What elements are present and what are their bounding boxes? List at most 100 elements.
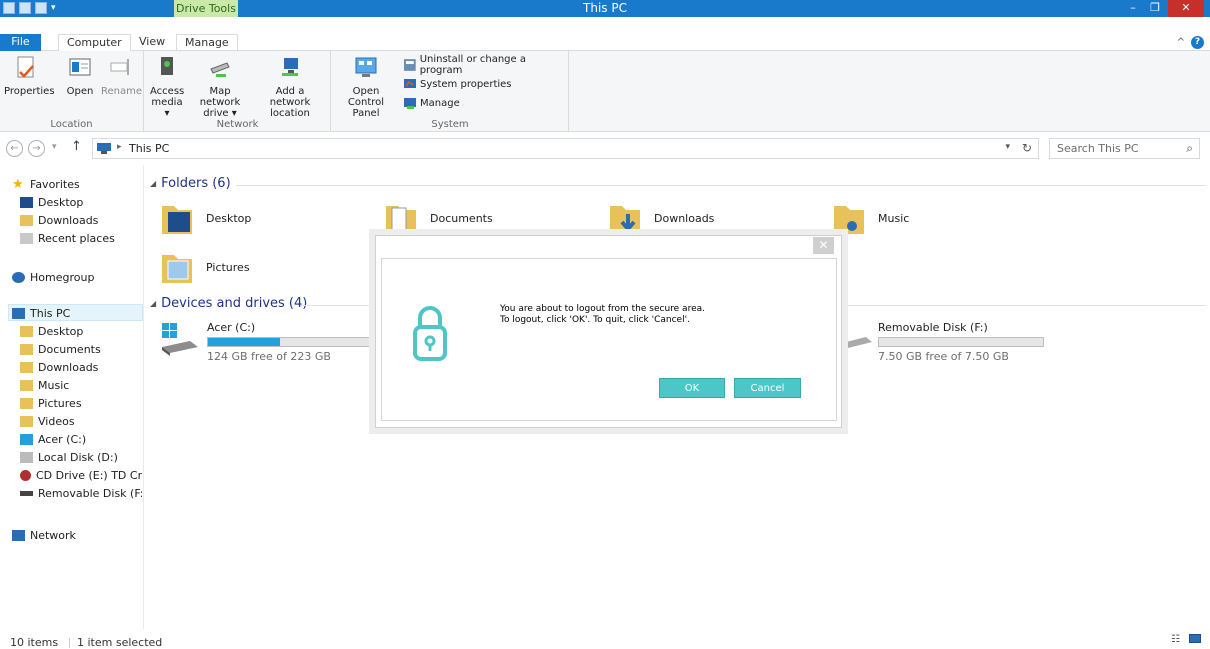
forward-button[interactable]: → xyxy=(28,140,45,157)
drive-name: Removable Disk (F:) xyxy=(878,321,988,334)
folder-documents[interactable]: Documents xyxy=(384,200,493,236)
navigation-pane: ★ Favorites Desktop Downloads Recent pla… xyxy=(0,165,144,629)
properties-qat-icon[interactable] xyxy=(19,2,31,14)
drive-name: Acer (C:) xyxy=(207,321,256,334)
sidebar-item-desktop[interactable]: Desktop xyxy=(20,194,83,210)
folder-downloads[interactable]: Downloads xyxy=(608,200,714,236)
item-count: 10 items xyxy=(10,636,59,649)
tab-computer[interactable]: Computer xyxy=(58,34,131,52)
address-dropdown-icon[interactable]: ▾ xyxy=(1005,142,1010,152)
add-network-location-button[interactable]: Add a network location xyxy=(255,55,325,119)
cd-drive-icon xyxy=(20,469,31,481)
rename-icon xyxy=(110,59,129,75)
dialog-close-button[interactable]: ✕ xyxy=(813,237,834,254)
refresh-icon[interactable]: ↻ xyxy=(1022,141,1032,155)
sidebar-item-local-disk-d[interactable]: Local Disk (D:) xyxy=(20,449,118,465)
folder-desktop[interactable]: Desktop xyxy=(160,200,251,236)
ribbon-tabs: File Computer View Manage ^ ? xyxy=(0,17,1210,52)
tab-view[interactable]: View xyxy=(131,34,173,51)
cancel-button[interactable]: Cancel xyxy=(734,378,801,398)
folder-icon xyxy=(20,325,33,337)
sidebar-item-this-pc[interactable]: This PC xyxy=(12,305,70,321)
folder-pictures[interactable]: Pictures xyxy=(160,249,250,285)
sidebar-item-videos[interactable]: Videos xyxy=(20,413,75,429)
maximize-button[interactable]: ❐ xyxy=(1144,0,1166,17)
sidebar-item-homegroup[interactable]: Homegroup xyxy=(12,269,94,285)
search-input[interactable]: Search This PC ⌕ xyxy=(1049,138,1200,159)
sidebar-item-favorites[interactable]: ★ Favorites xyxy=(12,176,80,192)
location-group-label: Location xyxy=(50,119,93,130)
add-network-location-icon xyxy=(282,58,298,76)
uninstall-program-button[interactable]: Uninstall or change a program xyxy=(404,54,568,76)
network-group: Access media ▾ Map network drive ▾ Add a… xyxy=(145,51,331,132)
folder-icon xyxy=(20,397,33,409)
collapse-icon: ◢ xyxy=(150,299,157,308)
close-button[interactable]: ✕ xyxy=(1168,0,1204,17)
drive-tools-contextual-tab: Drive Tools xyxy=(174,0,238,17)
properties-button[interactable]: Properties xyxy=(4,55,55,97)
desktop-folder-icon xyxy=(162,206,192,234)
access-media-button[interactable]: Access media ▾ xyxy=(150,55,184,119)
recent-places-icon xyxy=(20,232,33,244)
rename-button[interactable]: Rename xyxy=(101,55,142,97)
title-bar: ▾ Drive Tools This PC – ❐ ✕ xyxy=(0,0,1210,17)
sidebar-item-removable-f[interactable]: Removable Disk (F:) xyxy=(20,485,142,501)
status-separator xyxy=(69,638,70,648)
removable-disk-icon xyxy=(20,490,33,496)
sidebar-item-documents[interactable]: Documents xyxy=(20,341,101,357)
large-icons-view-icon[interactable] xyxy=(1189,634,1201,643)
sidebar-item-recent-places[interactable]: Recent places xyxy=(20,230,115,246)
windows-drive-icon xyxy=(162,323,198,356)
sidebar-item-acer-c[interactable]: Acer (C:) xyxy=(20,431,86,447)
recent-locations-icon[interactable]: ▾ xyxy=(52,142,57,152)
sidebar-item-downloads[interactable]: Downloads xyxy=(20,212,98,228)
downloads-folder-icon xyxy=(610,206,640,234)
search-icon[interactable]: ⌕ xyxy=(1186,141,1193,156)
sidebar-item-network[interactable]: Network xyxy=(12,527,76,543)
ok-button[interactable]: OK xyxy=(659,378,725,398)
this-pc-icon xyxy=(12,307,25,319)
star-icon: ★ xyxy=(12,176,24,192)
tab-manage[interactable]: Manage xyxy=(176,34,238,52)
computer-icon[interactable] xyxy=(3,2,15,14)
map-network-drive-button[interactable]: Map network drive ▾ xyxy=(189,55,251,119)
this-pc-icon xyxy=(97,143,111,154)
new-folder-qat-icon[interactable] xyxy=(35,2,47,14)
map-drive-icon xyxy=(210,62,230,77)
removable-disk-icon xyxy=(842,337,872,352)
drive-icon xyxy=(20,433,33,445)
dialog-instruction: To logout, click 'OK'. To quit, click 'C… xyxy=(500,315,690,325)
system-group-label: System xyxy=(431,119,469,130)
downloads-icon xyxy=(20,214,33,226)
drive-free-space: 124 GB free of 223 GB xyxy=(207,350,331,363)
manage-button[interactable]: Manage xyxy=(404,95,460,111)
system-properties-button[interactable]: System properties xyxy=(404,76,512,92)
system-group: Open Control Panel Uninstall or change a… xyxy=(332,51,569,132)
open-button[interactable]: Open xyxy=(64,55,96,97)
network-group-label: Network xyxy=(216,119,259,130)
sidebar-item-cd-drive-e[interactable]: CD Drive (E:) TD Cry xyxy=(20,467,142,483)
network-icon xyxy=(12,529,25,541)
folders-header[interactable]: ◢ Folders (6) xyxy=(150,176,231,191)
sidebar-item-desktop-pc[interactable]: Desktop xyxy=(20,323,83,339)
minimize-ribbon-icon[interactable]: ^ xyxy=(1177,37,1185,48)
manage-icon xyxy=(404,98,416,109)
up-arrow-icon[interactable]: ↑ xyxy=(71,139,82,154)
qat-dropdown-icon[interactable]: ▾ xyxy=(51,3,56,13)
sidebar-item-pictures[interactable]: Pictures xyxy=(20,395,82,411)
tab-file[interactable]: File xyxy=(0,34,41,51)
open-control-panel-button[interactable]: Open Control Panel xyxy=(335,55,397,119)
address-row: ← → ▾ ↑ ▸ This PC ▾ ↻ Search This PC ⌕ xyxy=(0,133,1210,165)
breadcrumb[interactable]: This PC xyxy=(129,142,169,155)
help-icon[interactable]: ? xyxy=(1191,36,1204,49)
devices-header[interactable]: ◢ Devices and drives (4) xyxy=(150,296,307,311)
folder-icon xyxy=(20,361,33,373)
address-bar[interactable]: ▸ This PC ▾ ↻ xyxy=(92,138,1039,159)
music-folder-icon xyxy=(834,206,864,234)
back-button[interactable]: ← xyxy=(6,140,23,157)
sidebar-item-downloads-pc[interactable]: Downloads xyxy=(20,359,98,375)
minimize-button[interactable]: – xyxy=(1122,0,1144,17)
sidebar-item-music[interactable]: Music xyxy=(20,377,69,393)
details-view-icon[interactable]: ☷ xyxy=(1171,634,1180,645)
folder-music[interactable]: Music xyxy=(832,200,909,236)
